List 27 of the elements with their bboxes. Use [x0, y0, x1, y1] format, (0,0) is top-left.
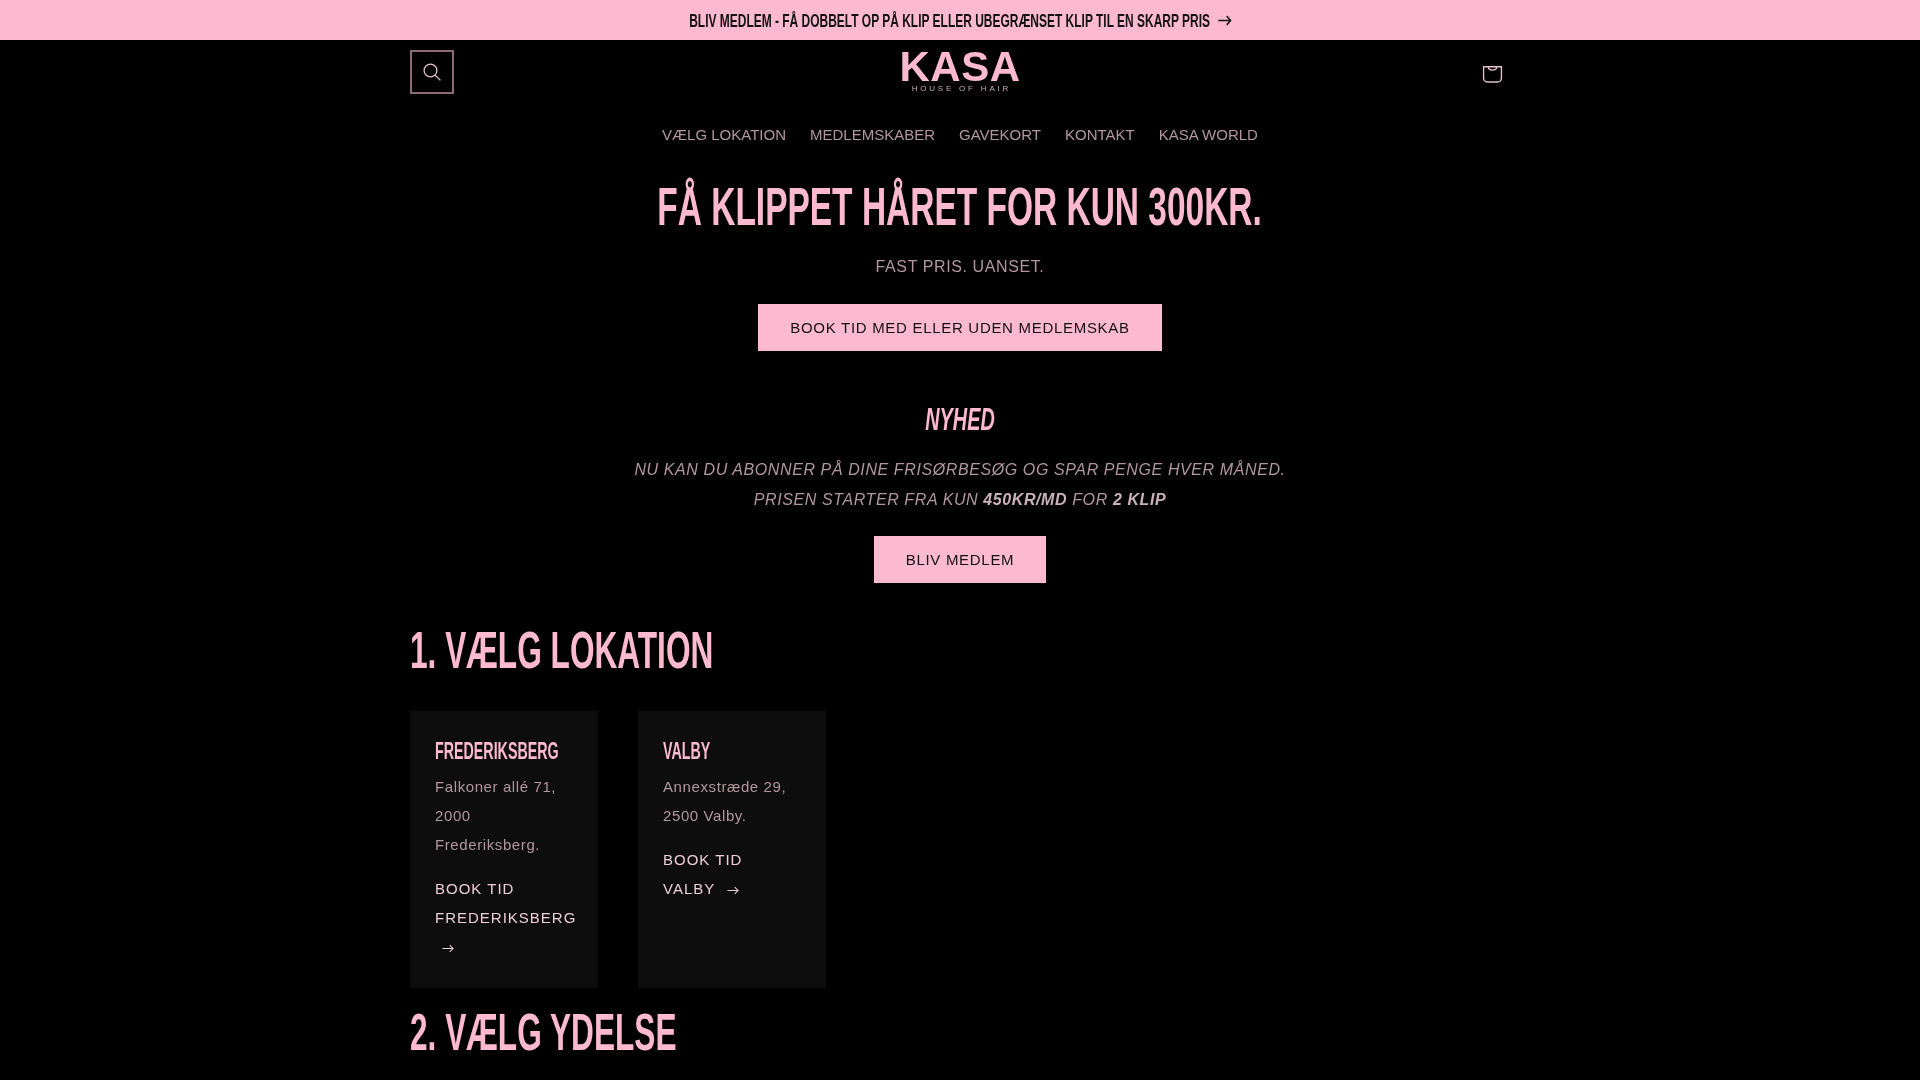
book-button[interactable]: BOOK TID MED ELLER UDEN MEDLEMSKAB [758, 304, 1162, 351]
nav-link[interactable]: KONTAKT [1053, 126, 1147, 144]
location-name: VALBY [663, 737, 711, 765]
section-heading: 1. VÆLG LOKATION [410, 621, 714, 681]
arrow-right-icon [442, 943, 454, 953]
nav-link[interactable]: MEDLEMSKABER [798, 126, 948, 144]
location-address: Falkoner allé 71, 2000 Frederiksberg. [435, 777, 558, 855]
nav-link[interactable]: KASA WORLD [1146, 126, 1270, 144]
book-link[interactable]: BOOK TID VALBY [663, 845, 795, 903]
search-icon [423, 63, 441, 81]
location-address: Annexstræde 29, 2500 Valby. [663, 777, 788, 826]
section-heading: 2. VÆLG YDELSE [410, 1003, 677, 1063]
hero-title: FÅ KLIPPET HÅRET FOR KUN 300KR. [657, 179, 1263, 233]
book-link[interactable]: BOOK TID FREDERIKSBERG [435, 874, 577, 961]
news-text: NU KAN DU ABONNER PÅ DINE FRISØRBESØG OG SPAR PENGE HVER MÅNED. PRISEN STARTER FRA KUN 450KR/MD FOR 2 KLIP [633, 459, 1287, 510]
arrow-right-icon [727, 885, 740, 895]
search-button[interactable] [410, 50, 454, 94]
member-button[interactable]: BLIV MEDLEM [873, 536, 1047, 583]
logo-tagline[interactable]: HOUSE OF HAIR [911, 84, 1012, 94]
location-name: FREDERIKSBERG [435, 737, 559, 765]
news-title: NYHED [925, 400, 995, 439]
logo-wordmark[interactable]: KASA [899, 50, 1021, 84]
nav-link[interactable]: GAVEKORT [947, 126, 1053, 144]
announcement-link[interactable]: BLIV MEDLEM - FÅ DOBBELT OP PÅ KLIP ELLER UBEGRÆNSET KLIP TIL EN SKARP PRIS [688, 10, 1232, 30]
nav-link[interactable]: VÆLG LOKATION [650, 126, 798, 144]
arrow-right-icon [1217, 14, 1232, 26]
hero-subtitle: FAST PRIS. UANSET. [874, 257, 1046, 277]
